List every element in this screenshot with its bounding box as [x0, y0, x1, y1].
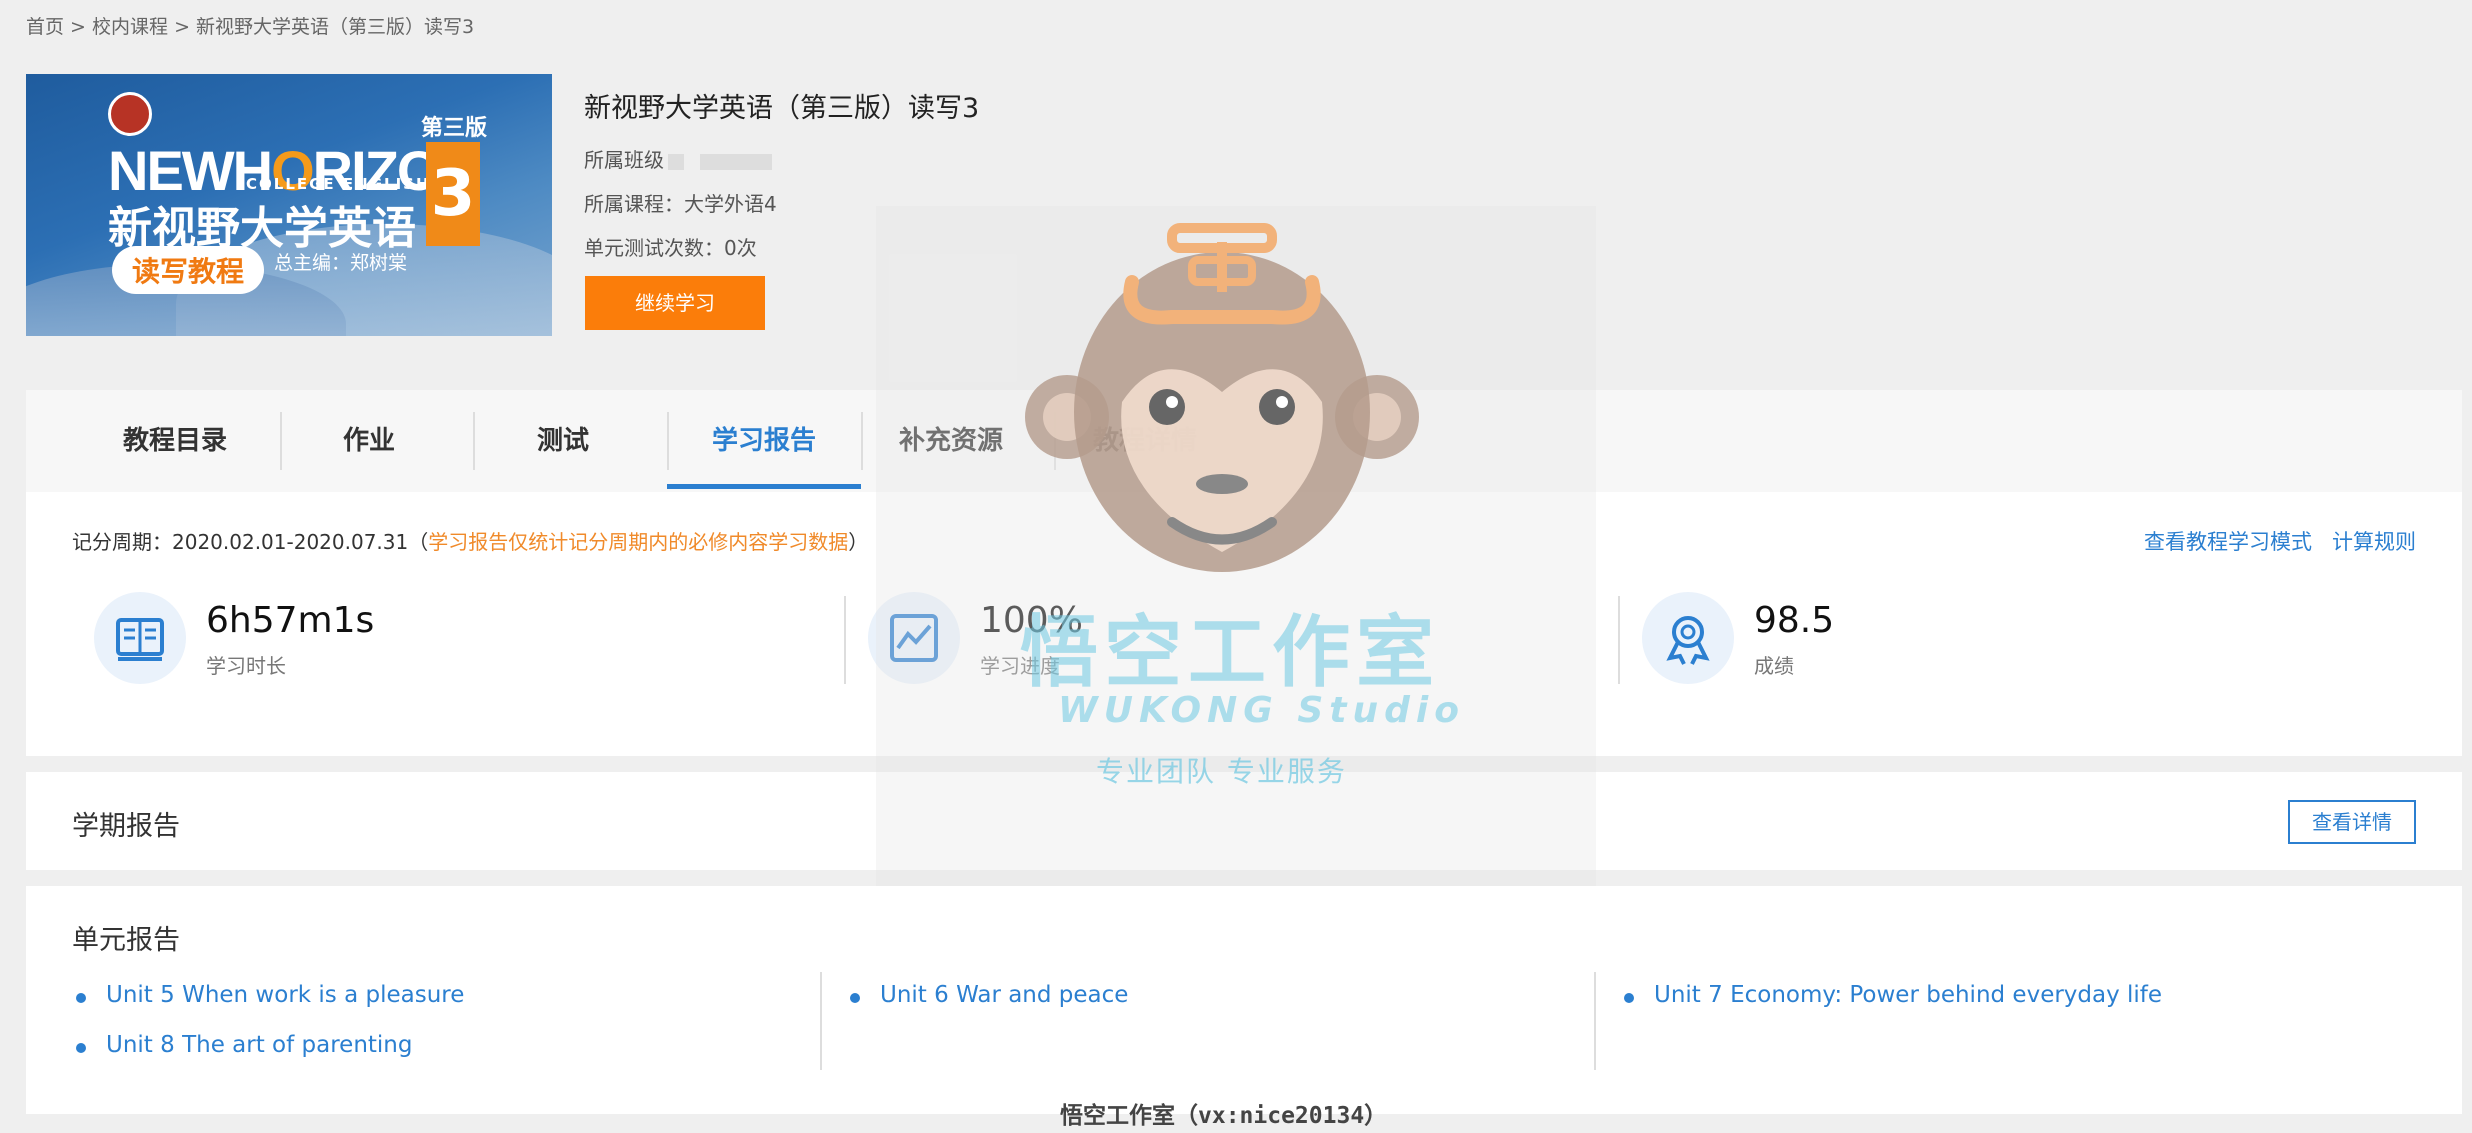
tab-homework[interactable]: 作业	[272, 390, 466, 492]
score-label: 成绩	[1754, 654, 1794, 678]
tab-tests[interactable]: 测试	[466, 390, 660, 492]
book-icon	[94, 592, 186, 684]
breadcrumb-campus-courses[interactable]: 校内课程	[92, 16, 168, 38]
breadcrumb-home[interactable]: 首页	[26, 16, 64, 38]
progress-value: 100%	[980, 600, 1083, 641]
course-info: 所属课程：大学外语4	[584, 192, 777, 216]
tab-catalog[interactable]: 教程目录	[78, 390, 272, 492]
study-time-label: 学习时长	[206, 654, 286, 678]
award-icon	[1642, 592, 1734, 684]
unit-report-link[interactable]: Unit 6 War and peace	[846, 982, 1128, 1008]
progress-label: 学习进度	[980, 654, 1060, 678]
report-links: 查看教程学习模式 计算规则	[2124, 526, 2416, 556]
cover-editor: 总主编：郑树棠	[274, 252, 408, 274]
course-title: 新视野大学英语（第三版）读写3	[584, 93, 980, 124]
report-summary-panel: 记分周期：2020.02.01-2020.07.31（学习报告仅统计记分周期内的…	[26, 492, 2462, 756]
unit-divider	[820, 972, 822, 1070]
study-time-value: 6h57m1s	[206, 600, 375, 641]
progress-chart-icon	[868, 592, 960, 684]
breadcrumb: 首页 > 校内课程 > 新视野大学英语（第三版）读写3	[26, 12, 474, 39]
period-note: 学习报告仅统计记分周期内的必修内容学习数据	[428, 530, 849, 554]
university-seal-icon	[108, 92, 152, 136]
tab-course-details[interactable]: 教程详情	[1048, 390, 1242, 492]
unit-report-link[interactable]: Unit 7 Economy: Power behind everyday li…	[1620, 982, 2162, 1008]
cover-pill: 读写教程	[112, 246, 265, 294]
unit-report-link[interactable]: Unit 8 The art of parenting	[72, 1032, 412, 1058]
semester-report-title: 学期报告	[72, 811, 180, 842]
tab-learning-report[interactable]: 学习报告	[667, 390, 861, 492]
stat-divider	[844, 596, 846, 684]
stat-divider	[1618, 596, 1620, 684]
calculation-rules-link[interactable]: 计算规则	[2332, 530, 2416, 554]
unit-report-link[interactable]: Unit 5 When work is a pleasure	[72, 982, 464, 1008]
view-learning-mode-link[interactable]: 查看教程学习模式	[2144, 530, 2312, 554]
score-value: 98.5	[1754, 600, 1835, 641]
unit-report-panel: 单元报告 Unit 5 When work is a pleasure Unit…	[26, 886, 2462, 1114]
unit-divider	[1594, 972, 1596, 1070]
breadcrumb-current: 新视野大学英语（第三版）读写3	[196, 16, 475, 38]
class-info: 所属班级	[584, 144, 772, 173]
semester-report-panel: 学期报告 查看详情	[26, 772, 2462, 870]
cover-sub-brand: COLLEGE ENGLISH	[246, 175, 431, 193]
tests-info: 单元测试次数：0次	[584, 236, 757, 260]
view-details-button[interactable]: 查看详情	[2288, 800, 2416, 844]
course-cover-image: 第三版 NEWHORIZON COLLEGE ENGLISH 新视野大学英语 3…	[26, 74, 552, 336]
tab-bar: 教程目录 作业 测试 学习报告 补充资源 教程详情	[26, 390, 2462, 492]
unit-report-title: 单元报告	[72, 925, 180, 956]
cover-volume-number: 3	[426, 142, 480, 246]
breadcrumb-separator: >	[64, 16, 93, 38]
tab-supplementary[interactable]: 补充资源	[854, 390, 1048, 492]
continue-learning-button[interactable]: 继续学习	[585, 276, 765, 330]
breadcrumb-separator: >	[168, 16, 197, 38]
scoring-period: 记分周期：2020.02.01-2020.07.31（学习报告仅统计记分周期内的…	[72, 530, 869, 554]
